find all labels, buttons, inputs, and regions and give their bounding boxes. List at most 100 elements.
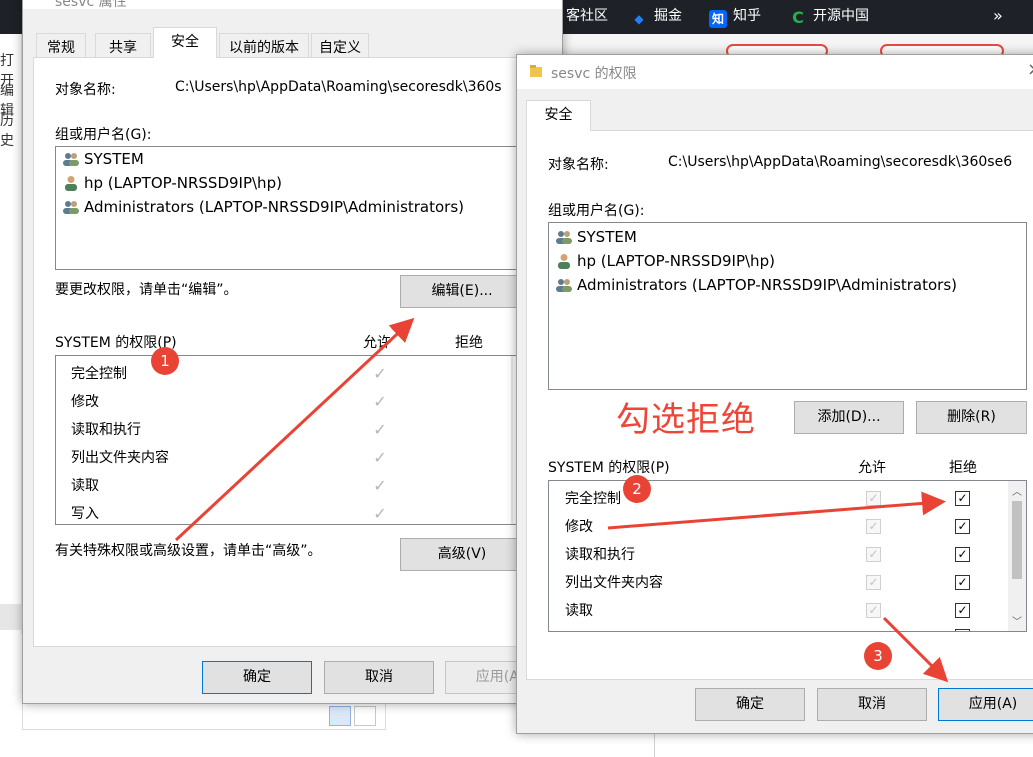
list-item[interactable]: hp (LAPTOP-NRSSD9IP\hp) — [555, 249, 775, 273]
permission-row: 读取和执行 — [565, 547, 635, 563]
permissions-list: 完全控制 修改 读取和执行 列出文件夹内容 读取 写入 ✓ ✓ ✓ ✓ ✓ ✓ — [55, 355, 554, 525]
scroll-up-icon[interactable]: ︿ — [1012, 483, 1022, 498]
permission-row: 读取和执行 — [71, 422, 141, 438]
allow-check-icon: ✓ — [373, 392, 387, 411]
bookmark-label: 知乎 — [733, 8, 761, 24]
step-badge-3: 3 — [864, 642, 892, 670]
allow-checkbox[interactable]: ✓ — [866, 491, 881, 506]
edit-button[interactable]: 编辑(E)... — [400, 275, 524, 308]
user-group-icon — [63, 201, 79, 214]
allow-header: 允许 — [363, 335, 391, 351]
scroll-thumb[interactable] — [1012, 501, 1022, 579]
deny-checkbox-write[interactable] — [955, 629, 970, 631]
permission-row: 读取 — [71, 478, 99, 494]
advanced-button[interactable]: 高级(V) — [400, 538, 524, 571]
properties-titlebar: sesvc 属性 — [23, 0, 562, 10]
user-icon — [65, 176, 77, 191]
oschina-icon: C — [792, 8, 804, 27]
list-item[interactable]: Administrators (LAPTOP-NRSSD9IP\Administ… — [555, 273, 957, 297]
permissions-titlebar: sesvc 的权限 × — [517, 55, 1033, 89]
large-icons-view-icon[interactable] — [354, 706, 376, 726]
user-name: Administrators (LAPTOP-NRSSD9IP\Administ… — [84, 198, 465, 216]
list-item[interactable]: hp (LAPTOP-NRSSD9IP\hp) — [62, 171, 282, 195]
allow-checkbox[interactable]: ✓ — [866, 519, 881, 534]
user-name: hp (LAPTOP-NRSSD9IP\hp) — [577, 252, 775, 270]
user-list[interactable]: SYSTEM hp (LAPTOP-NRSSD9IP\hp) Administr… — [55, 146, 554, 270]
list-item[interactable]: SYSTEM — [555, 225, 637, 249]
permissions-dialog: sesvc 的权限 × 安全 对象名称: C:\Users\hp\AppData… — [516, 54, 1033, 734]
deny-header: 拒绝 — [455, 335, 483, 351]
cancel-button[interactable]: 取消 — [324, 661, 434, 694]
bookmark-label: 掘金 — [654, 8, 682, 24]
bookmark-oschina[interactable]: C 开源中国 — [789, 4, 869, 28]
deny-checkbox-full-control[interactable]: ✓ — [955, 491, 970, 506]
user-list[interactable]: SYSTEM hp (LAPTOP-NRSSD9IP\hp) Administr… — [548, 222, 1027, 390]
scrollbar[interactable]: ︿ ﹀ — [1008, 481, 1026, 631]
permission-row: 列出文件夹内容 — [71, 450, 169, 466]
permission-row: 读取 — [565, 603, 593, 619]
advanced-hint: 有关特殊权限或高级设置，请单击“高级”。 — [55, 543, 322, 559]
list-item[interactable]: SYSTEM — [62, 147, 144, 171]
user-group-icon — [556, 279, 572, 292]
allow-check-icon: ✓ — [373, 448, 387, 467]
allow-checkbox[interactable]: ✓ — [866, 547, 881, 562]
bookmark-juejin[interactable]: ◆ 掘金 — [630, 4, 682, 28]
user-name: SYSTEM — [84, 150, 144, 168]
cancel-button[interactable]: 取消 — [817, 688, 927, 721]
deny-checkbox-modify[interactable]: ✓ — [955, 519, 970, 534]
permission-row: 完全控制 — [565, 491, 621, 507]
bookmark-label: 客社区 — [566, 8, 608, 24]
allow-checkbox[interactable]: ✓ — [866, 603, 881, 618]
callout-text: 勾选拒绝 — [616, 400, 756, 440]
deny-checkbox-read-execute[interactable]: ✓ — [955, 547, 970, 562]
menu-history[interactable]: 历史 — [0, 110, 21, 150]
user-name: hp (LAPTOP-NRSSD9IP\hp) — [84, 174, 282, 192]
tab-security[interactable]: 安全 — [526, 100, 591, 131]
juejin-icon: ◆ — [634, 12, 644, 26]
permission-row: 列出文件夹内容 — [565, 575, 663, 591]
bookmark-community[interactable]: 客社区 — [566, 4, 608, 28]
add-button[interactable]: 添加(D)... — [794, 401, 904, 434]
object-name-value: C:\Users\hp\AppData\Roaming\secoresdk\36… — [668, 154, 1013, 170]
permissions-list: 完全控制 修改 读取和执行 列出文件夹内容 读取 ✓ ✓ ✓ ✓ ✓ ✓ ✓ ✓… — [548, 480, 1027, 632]
properties-dialog: sesvc 属性 常规 共享 安全 以前的版本 自定义 对象名称: C:\Use… — [22, 0, 563, 704]
list-item[interactable]: Administrators (LAPTOP-NRSSD9IP\Administ… — [62, 195, 464, 219]
user-name: Administrators (LAPTOP-NRSSD9IP\Administ… — [577, 276, 958, 294]
remove-button[interactable]: 删除(R) — [916, 401, 1027, 434]
explorer-status-bar — [22, 700, 386, 730]
allow-header: 允许 — [858, 460, 886, 476]
user-icon — [558, 254, 570, 269]
permissions-panel: 对象名称: C:\Users\hp\AppData\Roaming\secore… — [526, 130, 1033, 680]
object-name-label: 对象名称: — [55, 82, 116, 98]
allow-check-icon: ✓ — [373, 504, 387, 523]
ok-button[interactable]: 确定 — [202, 661, 312, 694]
folder-icon — [530, 65, 542, 77]
permission-row: 修改 — [565, 519, 593, 535]
tab-security[interactable]: 安全 — [153, 27, 217, 58]
permission-row: 完全控制 — [71, 366, 127, 382]
object-name-label: 对象名称: — [548, 157, 609, 173]
ok-button[interactable]: 确定 — [695, 688, 805, 721]
bookmark-zhihu[interactable]: 知知乎 — [709, 4, 761, 28]
deny-checkbox-list-folder[interactable]: ✓ — [955, 575, 970, 590]
group-label: 组或用户名(G): — [55, 127, 152, 143]
bookmark-label: 开源中国 — [813, 8, 869, 24]
background-divider — [654, 732, 655, 757]
background-side-menu: 打开 编辑 历史 — [0, 34, 22, 634]
object-name-value: C:\Users\hp\AppData\Roaming\secoresdk\36… — [175, 79, 502, 95]
scroll-down-icon[interactable]: ﹀ — [1012, 613, 1022, 628]
deny-checkbox-read[interactable]: ✓ — [955, 603, 970, 618]
background-selected-row — [0, 604, 22, 630]
permission-row: 修改 — [71, 394, 99, 410]
allow-check-icon: ✓ — [373, 364, 387, 383]
scrollbar[interactable] — [511, 356, 513, 524]
bookmark-more-button[interactable]: » — [993, 4, 1003, 28]
allow-check-icon: ✓ — [373, 476, 387, 495]
step-badge-2: 2 — [623, 475, 651, 503]
details-view-icon[interactable] — [329, 706, 351, 726]
apply-button[interactable]: 应用(A) — [938, 688, 1033, 721]
close-icon[interactable]: × — [1027, 59, 1033, 80]
permissions-label: SYSTEM 的权限(P) — [548, 460, 670, 476]
edit-hint: 要更改权限，请单击“编辑”。 — [55, 282, 238, 298]
allow-checkbox[interactable]: ✓ — [866, 575, 881, 590]
